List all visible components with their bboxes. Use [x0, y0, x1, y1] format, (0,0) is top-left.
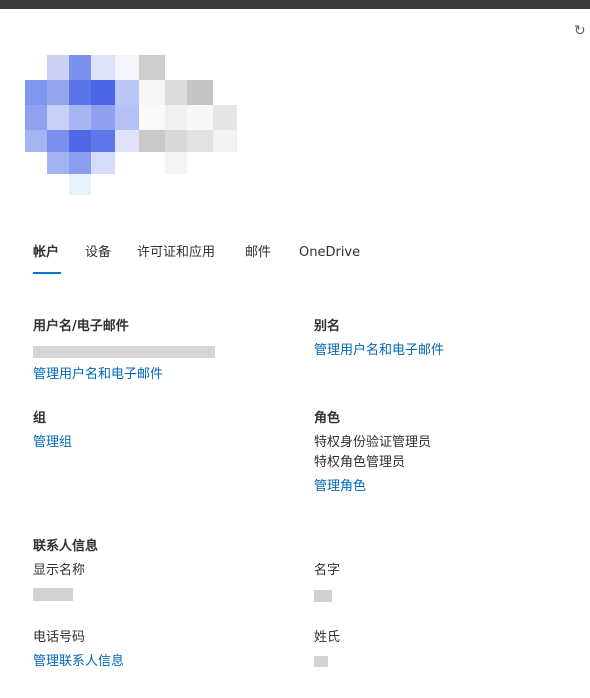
tab-account[interactable]: 帐户 [33, 244, 59, 262]
last-name-label: 姓氏 [314, 630, 341, 645]
tab-devices[interactable]: 设备 [85, 244, 111, 262]
role-item: 特权角色管理员 [314, 455, 406, 470]
active-tab-indicator [33, 272, 61, 274]
tab-licenses-apps[interactable]: 许可证和应用 [137, 244, 215, 262]
username-value-redacted [33, 346, 215, 358]
manage-contact-info-link[interactable]: 管理联系人信息 [33, 653, 124, 671]
alias-heading: 别名 [314, 319, 341, 334]
manage-groups-link[interactable]: 管理组 [33, 434, 72, 452]
manage-roles-link[interactable]: 管理角色 [314, 478, 366, 496]
display-name-label: 显示名称 [33, 563, 86, 578]
username-heading: 用户名/电子邮件 [33, 319, 129, 334]
first-name-value-redacted [314, 590, 332, 602]
contact-info-heading: 联系人信息 [33, 539, 99, 554]
display-name-value-redacted [33, 588, 73, 601]
groups-heading: 组 [33, 411, 47, 426]
tab-mail[interactable]: 邮件 [245, 244, 271, 262]
roles-heading: 角色 [314, 411, 341, 426]
phone-label: 电话号码 [33, 630, 86, 645]
tab-onedrive[interactable]: OneDrive [299, 244, 360, 262]
first-name-label: 名字 [314, 563, 341, 578]
role-item: 特权身份验证管理员 [314, 435, 432, 450]
avatar [25, 55, 237, 195]
manage-username-link[interactable]: 管理用户名和电子邮件 [33, 366, 163, 384]
refresh-icon[interactable]: ↻ [574, 24, 588, 38]
manage-alias-link[interactable]: 管理用户名和电子邮件 [314, 342, 444, 360]
top-bar [0, 0, 590, 9]
last-name-value-redacted [314, 656, 328, 667]
